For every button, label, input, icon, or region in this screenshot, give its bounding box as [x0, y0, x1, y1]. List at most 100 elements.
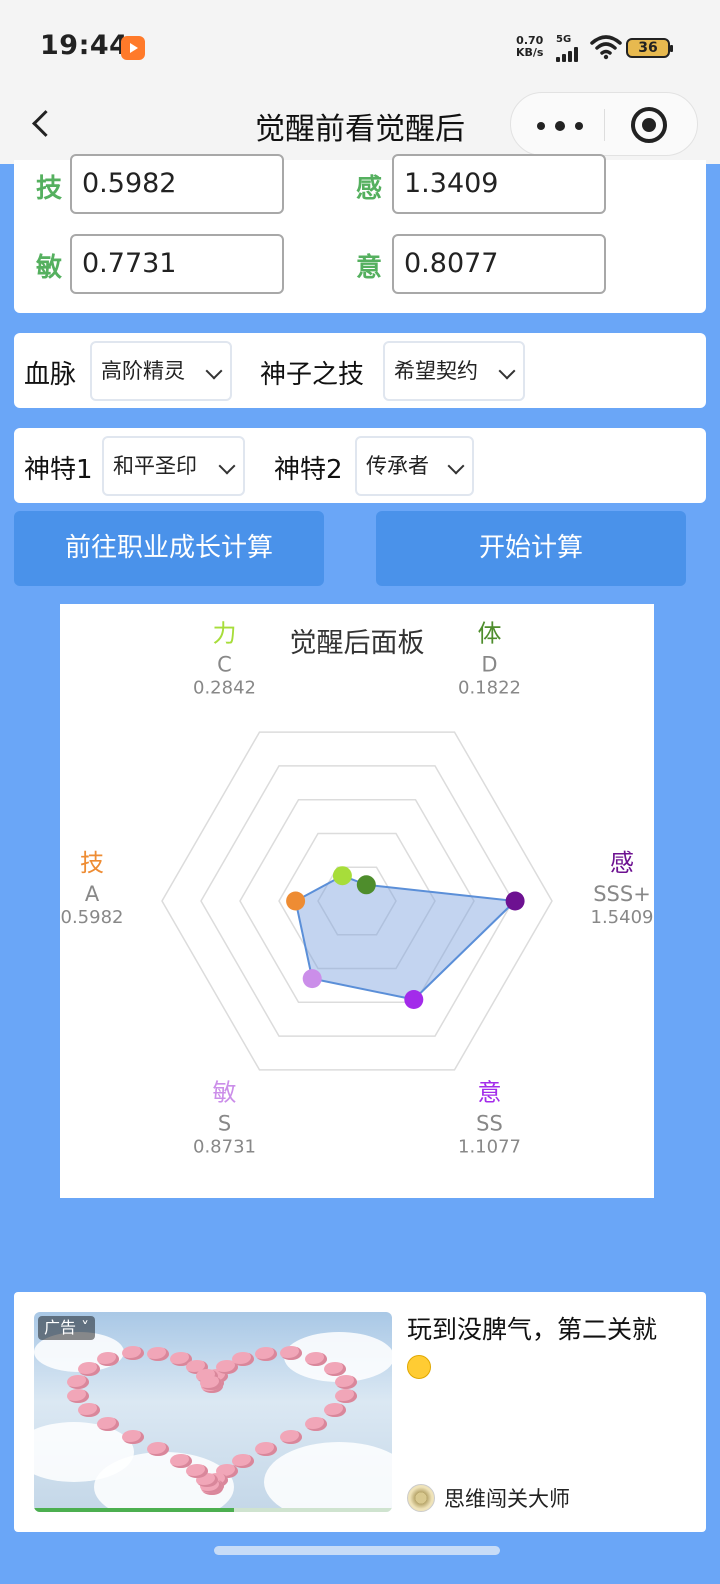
- signal-bars-icon: [556, 46, 584, 62]
- pig-illustration: [122, 1346, 144, 1360]
- chart-title: 觉醒后面板: [290, 628, 425, 659]
- pig-illustration: [67, 1389, 89, 1403]
- advertiser-avatar[interactable]: [407, 1484, 435, 1512]
- trait1-select[interactable]: 和平圣印: [102, 436, 245, 496]
- ad-headline[interactable]: 玩到没脾气，第二关就: [407, 1312, 692, 1384]
- back-icon[interactable]: [24, 104, 64, 144]
- axis-grade-label: S: [218, 1112, 231, 1136]
- stat-input-skill[interactable]: 0.5982: [70, 154, 284, 214]
- axis-value-label: 0.5982: [61, 907, 124, 928]
- pig-illustration: [324, 1403, 346, 1417]
- axis-value-label: 0.8731: [193, 1137, 256, 1158]
- god-skill-select[interactable]: 希望契约: [383, 341, 525, 401]
- pig-illustration: [67, 1375, 89, 1389]
- bloodline-label: 血脉: [24, 360, 77, 390]
- trait1-label: 神特1: [24, 455, 93, 485]
- target-close-icon[interactable]: [631, 107, 667, 143]
- pig-illustration: [280, 1430, 302, 1444]
- trait2-value: 传承者: [366, 454, 429, 478]
- pig-illustration: [200, 1376, 222, 1390]
- chevron-down-icon: [218, 457, 236, 475]
- radar-point-6: [286, 891, 306, 911]
- ad-tag-label: 广告: [44, 1318, 77, 1337]
- network-speed-unit: KB/s: [516, 46, 544, 59]
- axis-name-label: 感: [610, 849, 634, 877]
- status-bar: 19:44 0.70 KB/s 5G 36: [0, 0, 720, 92]
- laughing-emoji-icon: [407, 1355, 431, 1379]
- pig-illustration: [186, 1464, 208, 1478]
- bloodline-card: 血脉 高阶精灵 神子之技 希望契约: [14, 333, 706, 408]
- trait2-select[interactable]: 传承者: [355, 436, 474, 496]
- start-calculate-button[interactable]: 开始计算: [376, 511, 686, 586]
- pig-illustration: [255, 1442, 277, 1456]
- pig-illustration: [170, 1454, 192, 1468]
- radar-point-5: [302, 969, 322, 989]
- radar-chart: 觉醒后面板 力C0.2842 体D0.1822 感 SSS+1.5409 意 SS1.107…: [61, 620, 654, 1158]
- chevron-down-icon: [447, 457, 465, 475]
- pig-illustration: [122, 1430, 144, 1444]
- more-dots-icon[interactable]: [531, 107, 587, 141]
- pig-illustration: [147, 1442, 169, 1456]
- signal-type: 5G: [556, 34, 572, 45]
- stat-input-agility[interactable]: 0.7731: [70, 234, 284, 294]
- axis-value-label: 0.1822: [458, 678, 521, 699]
- axis-grade-label: C: [217, 653, 232, 677]
- pig-illustration: [305, 1352, 327, 1366]
- god-skill-label: 神子之技: [260, 360, 365, 390]
- axis-value-label: 1.1077: [458, 1137, 521, 1158]
- pig-illustration: [305, 1417, 327, 1431]
- stat-label-sense: 感: [356, 174, 383, 204]
- page-title: 觉醒前看觉醒后: [255, 112, 465, 147]
- stat-input-will[interactable]: 0.8077: [392, 234, 606, 294]
- axis-value-label: 0.2842: [193, 678, 256, 699]
- radar-point-2: [356, 875, 376, 895]
- stat-label-agility: 敏: [36, 253, 63, 283]
- advertiser-name[interactable]: 思维闯关大师: [444, 1483, 570, 1513]
- pig-illustration: [78, 1362, 100, 1376]
- radar-point-3: [505, 891, 525, 911]
- axis-name-label: 技: [80, 849, 104, 877]
- pig-illustration: [335, 1375, 357, 1389]
- chevron-down-icon: [498, 362, 516, 380]
- pig-illustration: [147, 1347, 169, 1361]
- ad-progress-bar: [34, 1508, 392, 1512]
- axis-value-label: 1.5409: [591, 907, 654, 928]
- ad-tag[interactable]: 广告 ˅: [38, 1316, 96, 1340]
- radar-chart-panel: 觉醒后面板 力 C 0.2842 体 D 0.1822 感 SSS+ 1.5409 意 SS 1.107…: [60, 604, 654, 1198]
- ad-progress-fill: [34, 1508, 235, 1512]
- career-growth-button[interactable]: 前往职业成长计算: [14, 511, 324, 586]
- stat-input-sense[interactable]: 1.3409: [392, 154, 606, 214]
- axis-grade-label: D: [481, 653, 497, 677]
- ad-image[interactable]: 广告 ˅: [34, 1312, 392, 1512]
- radar-point-1: [332, 866, 352, 886]
- bloodline-select[interactable]: 高阶精灵: [90, 341, 232, 401]
- stats-card: 技 0.5982 感 1.3409 敏 0.7731 意 0.8077: [14, 154, 706, 313]
- stat-label-will: 意: [356, 253, 383, 283]
- axis-name-label: 意: [478, 1079, 502, 1107]
- ad-headline-text: 玩到没脾气，第二关就: [407, 1315, 658, 1344]
- traits-card: 神特1 和平圣印 神特2 传承者: [14, 428, 706, 503]
- chevron-down-icon: [205, 362, 223, 380]
- ad-card[interactable]: 广告 ˅ 玩到没脾气，第二关就 思维闯关大师: [14, 1292, 706, 1532]
- stat-label-skill: 技: [36, 174, 63, 204]
- axis-name-label: 体: [478, 620, 502, 648]
- pig-illustration: [232, 1352, 254, 1366]
- pig-illustration: [335, 1389, 357, 1403]
- pig-illustration: [280, 1346, 302, 1360]
- god-skill-value: 希望契约: [394, 359, 478, 383]
- clock: 19:44: [40, 30, 129, 61]
- mini-program-capsule: [510, 92, 698, 156]
- battery-icon: 36: [626, 38, 673, 58]
- pig-illustration: [97, 1352, 119, 1366]
- axis-name-label: 敏: [213, 1079, 237, 1107]
- trait1-value: 和平圣印: [113, 454, 197, 478]
- axis-grade-label: SSS+: [593, 882, 651, 906]
- pig-illustration: [324, 1362, 346, 1376]
- capsule-divider: [604, 109, 605, 141]
- video-app-icon: [121, 36, 145, 60]
- home-indicator[interactable]: [214, 1546, 500, 1555]
- radar-data-area: [294, 874, 518, 1001]
- bloodline-value: 高阶精灵: [101, 359, 185, 383]
- pig-illustration: [255, 1347, 277, 1361]
- network-speed: 0.70 KB/s: [516, 35, 543, 59]
